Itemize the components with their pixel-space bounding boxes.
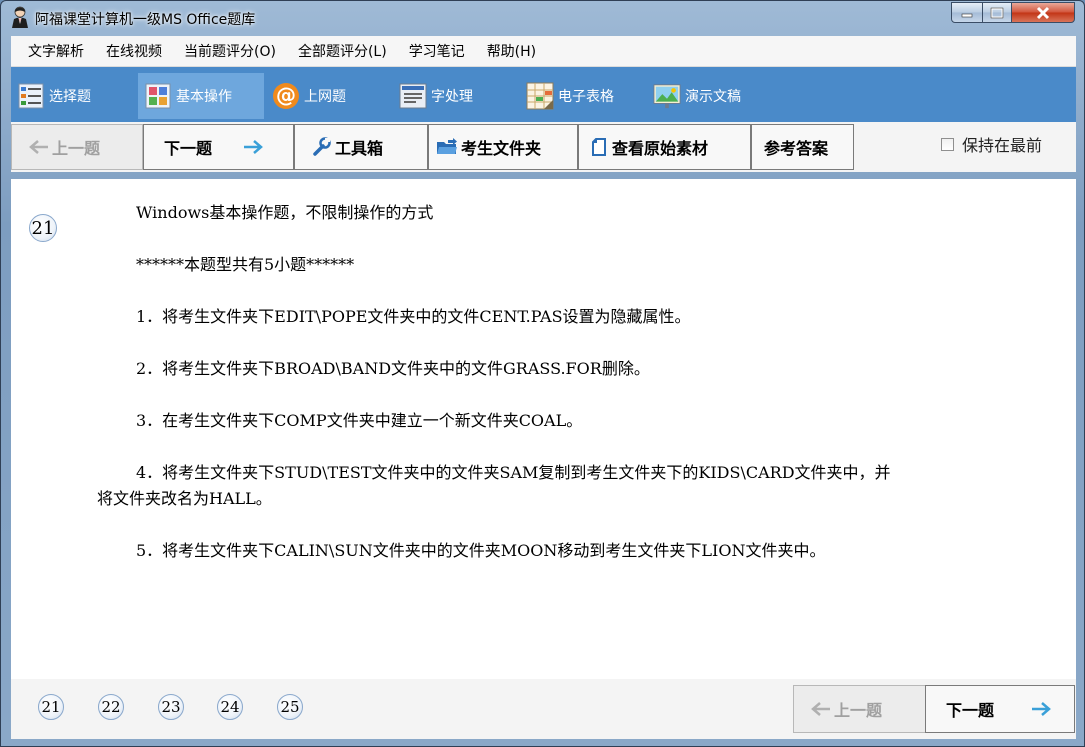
- menu-online-video[interactable]: 在线视频: [95, 36, 173, 66]
- menu-study-notes[interactable]: 学习笔记: [398, 36, 476, 66]
- reference-answer-label: 参考答案: [764, 139, 829, 158]
- question-item-4: 4．将考生文件夹下STUD\TEST文件夹中的文件夹SAM复制到考生文件夹下的K…: [136, 463, 891, 482]
- question-item-5: 5．将考生文件夹下CALIN\SUN文件夹中的文件夹MOON移动到考生文件夹下L…: [136, 541, 826, 560]
- prev-question-label: 上一题: [52, 139, 101, 158]
- footer-bar: 21 22 23 24 25 上一题 下一题: [11, 679, 1076, 739]
- question-jump-21[interactable]: 21: [38, 694, 64, 720]
- presentation-icon: [653, 82, 681, 110]
- minimize-icon: [961, 13, 973, 17]
- arrow-right-icon: [1032, 702, 1051, 716]
- spreadsheet-icon: [526, 82, 554, 110]
- nav-item-internet[interactable]: @ 上网题: [266, 73, 391, 119]
- file-icon: [592, 138, 606, 156]
- question-item-3: 3．在考生文件夹下COMP文件夹中建立一个新文件夹COAL。: [136, 411, 583, 430]
- nav-item-ppt[interactable]: 演示文稿: [647, 73, 773, 119]
- menu-text-analysis[interactable]: 文字解析: [17, 36, 95, 66]
- reference-answer-button[interactable]: 参考答案: [751, 124, 854, 170]
- menu-help[interactable]: 帮助(H): [476, 36, 547, 66]
- question-jump-23[interactable]: 23: [158, 694, 184, 720]
- wrench-icon: [313, 137, 331, 156]
- question-item-4-continued: 将文件夹改名为HALL。: [97, 489, 272, 508]
- arrow-left-icon: [811, 702, 830, 716]
- folder-icon: [437, 138, 457, 154]
- title-bar[interactable]: 阿福课堂计算机一级MS Office题库: [1, 1, 1084, 33]
- document-icon: [399, 82, 427, 110]
- footer-prev-question-button[interactable]: 上一题: [793, 685, 926, 733]
- window-title: 阿福课堂计算机一级MS Office题库: [35, 12, 256, 28]
- menu-grade-current[interactable]: 当前题评分(O): [173, 36, 287, 66]
- menu-bar: 文字解析 在线视频 当前题评分(O) 全部题评分(L) 学习笔记 帮助(H): [11, 36, 1076, 67]
- nav-item-label: 字处理: [431, 89, 473, 105]
- question-content: 21 Windows基本操作题，不限制操作的方式 ******本题型共有5小题*…: [11, 179, 1076, 679]
- close-button[interactable]: [1011, 2, 1075, 23]
- nav-item-label: 上网题: [304, 89, 346, 105]
- list-icon: [17, 82, 45, 110]
- next-question-label: 下一题: [164, 139, 213, 158]
- question-jump-25[interactable]: 25: [277, 694, 303, 720]
- question-jump-22[interactable]: 22: [98, 694, 124, 720]
- toolbox-button[interactable]: 工具箱: [294, 124, 428, 170]
- footer-next-label: 下一题: [946, 701, 995, 720]
- grid-icon: [144, 82, 172, 110]
- question-jump-24[interactable]: 24: [217, 694, 243, 720]
- question-number-badge: 21: [29, 214, 57, 242]
- svg-text:@: @: [276, 83, 296, 107]
- footer-prev-label: 上一题: [834, 701, 883, 720]
- maximize-button[interactable]: [982, 2, 1012, 23]
- arrow-right-icon: [244, 140, 263, 154]
- prev-question-button[interactable]: 上一题: [11, 124, 143, 170]
- question-item-2: 2．将考生文件夹下BROAD\BAND文件夹中的文件GRASS.FOR删除。: [136, 359, 650, 378]
- arrow-left-icon: [29, 140, 48, 154]
- toolbox-label: 工具箱: [335, 139, 384, 158]
- close-icon: [1036, 6, 1050, 19]
- nav-item-label: 选择题: [49, 89, 91, 105]
- nav-item-excel[interactable]: 电子表格: [520, 73, 646, 119]
- question-subheading: ******本题型共有5小题******: [136, 255, 355, 274]
- maximize-icon: [990, 7, 1004, 18]
- footer-next-question-button[interactable]: 下一题: [925, 685, 1075, 733]
- question-item-1: 1．将考生文件夹下EDIT\POPE文件夹中的文件CENT.PAS设置为隐藏属性…: [136, 307, 691, 326]
- menu-grade-all[interactable]: 全部题评分(L): [287, 36, 398, 66]
- nav-item-label: 电子表格: [558, 89, 614, 105]
- app-window: 阿福课堂计算机一级MS Office题库 文字解析 在线视频 当前题评分(O) …: [0, 0, 1085, 747]
- nav-item-label: 演示文稿: [685, 89, 741, 105]
- question-heading: Windows基本操作题，不限制操作的方式: [136, 203, 434, 222]
- minimize-button[interactable]: [951, 2, 983, 23]
- student-folder-label: 考生文件夹: [461, 139, 542, 158]
- nav-item-basic-ops[interactable]: 基本操作: [138, 73, 264, 119]
- category-nav: 选择题 基本操作 @ 上网题 字处理 电子表格 演示文稿: [11, 67, 1076, 122]
- toolbar: 上一题 下一题 工具箱 考生文件夹 查看原始素材 参考答案 保持在最前: [11, 122, 1076, 172]
- student-folder-button[interactable]: 考生文件夹: [428, 124, 578, 170]
- app-avatar-icon: [10, 6, 30, 28]
- nav-item-choice[interactable]: 选择题: [11, 73, 133, 119]
- at-icon: @: [272, 82, 300, 110]
- keep-on-top-label: 保持在最前: [962, 136, 1043, 155]
- view-source-button[interactable]: 查看原始素材: [578, 124, 751, 170]
- keep-on-top-toggle[interactable]: 保持在最前: [941, 132, 1042, 156]
- view-source-label: 查看原始素材: [612, 139, 709, 158]
- nav-item-word[interactable]: 字处理: [393, 73, 517, 119]
- keep-on-top-checkbox[interactable]: [941, 137, 954, 151]
- next-question-button[interactable]: 下一题: [143, 124, 294, 170]
- nav-item-label: 基本操作: [176, 89, 232, 105]
